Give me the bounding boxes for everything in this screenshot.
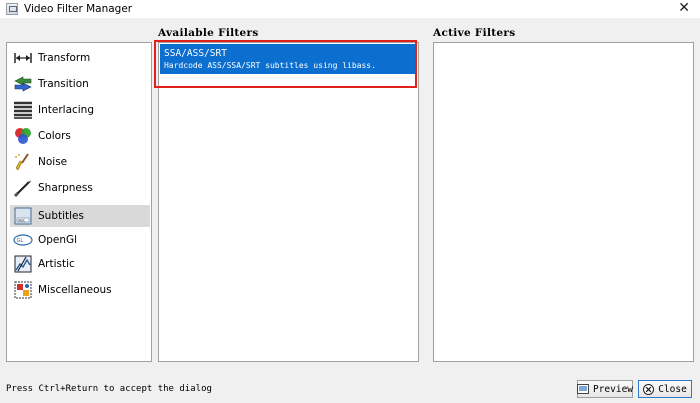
- category-item-noise[interactable]: Noise: [10, 151, 150, 173]
- colors-icon: [13, 126, 33, 146]
- category-item-opengl[interactable]: GL OpenGl: [10, 229, 150, 251]
- svg-text:GL: GL: [17, 238, 24, 244]
- filter-name: SSA/ASS/SRT: [164, 48, 227, 59]
- close-icon: [643, 383, 655, 395]
- category-label: Noise: [38, 156, 68, 168]
- miscellaneous-icon: [13, 280, 33, 300]
- category-label: Interlacing: [38, 104, 95, 116]
- category-label: Artistic: [38, 258, 75, 270]
- interlacing-icon: [13, 100, 33, 120]
- window-close-icon[interactable]: ✕: [678, 0, 690, 18]
- artistic-icon: [13, 254, 33, 274]
- filter-item-ssa-ass-srt[interactable]: SSA/ASS/SRT Hardcode ASS/SSA/SRT subtitl…: [160, 44, 417, 74]
- category-label: Colors: [38, 130, 71, 142]
- svg-text:ABC: ABC: [18, 219, 26, 223]
- transform-icon: [13, 48, 33, 68]
- close-label: Close: [658, 383, 687, 395]
- transition-icon: [13, 74, 33, 94]
- category-label: Transition: [38, 78, 89, 90]
- preview-icon: [576, 384, 589, 394]
- preview-label: Preview: [592, 383, 634, 395]
- sharpness-icon: [13, 178, 33, 198]
- category-label: Miscellaneous: [38, 284, 112, 296]
- window-title: Video Filter Manager: [24, 3, 133, 15]
- active-filters-heading: Active Filters: [433, 27, 516, 39]
- category-label: Sharpness: [38, 182, 93, 194]
- active-filters-list: [433, 42, 694, 362]
- category-item-transform[interactable]: Transform: [10, 47, 150, 69]
- available-filters-list: SSA/ASS/SRT Hardcode ASS/SSA/SRT subtitl…: [158, 42, 419, 362]
- opengl-icon: GL: [13, 230, 33, 250]
- filter-description: Hardcode ASS/SSA/SRT subtitles using lib…: [164, 61, 376, 70]
- noise-icon: [13, 152, 33, 172]
- category-item-miscellaneous[interactable]: Miscellaneous: [10, 279, 150, 301]
- title-bar: Video Filter Manager ✕: [0, 0, 700, 18]
- close-button[interactable]: Close: [638, 380, 692, 398]
- category-item-artistic[interactable]: Artistic: [10, 253, 150, 275]
- app-window-icon: [6, 3, 18, 15]
- category-item-interlacing[interactable]: Interlacing: [10, 99, 150, 121]
- category-item-colors[interactable]: Colors: [10, 125, 150, 147]
- category-item-subtitles[interactable]: ABC Subtitles: [10, 205, 150, 227]
- category-list: Transform Transition Interlacing Colors …: [6, 42, 152, 362]
- available-filters-heading: Available Filters: [158, 27, 259, 39]
- category-item-sharpness[interactable]: Sharpness: [10, 177, 150, 199]
- preview-button[interactable]: Preview: [576, 380, 634, 398]
- category-label: Subtitles: [38, 210, 84, 222]
- category-label: OpenGl: [38, 234, 78, 246]
- status-hint: Press Ctrl+Return to accept the dialog: [6, 384, 212, 394]
- category-item-transition[interactable]: Transition: [10, 73, 150, 95]
- category-label: Transform: [38, 52, 91, 64]
- subtitles-icon: ABC: [13, 206, 33, 226]
